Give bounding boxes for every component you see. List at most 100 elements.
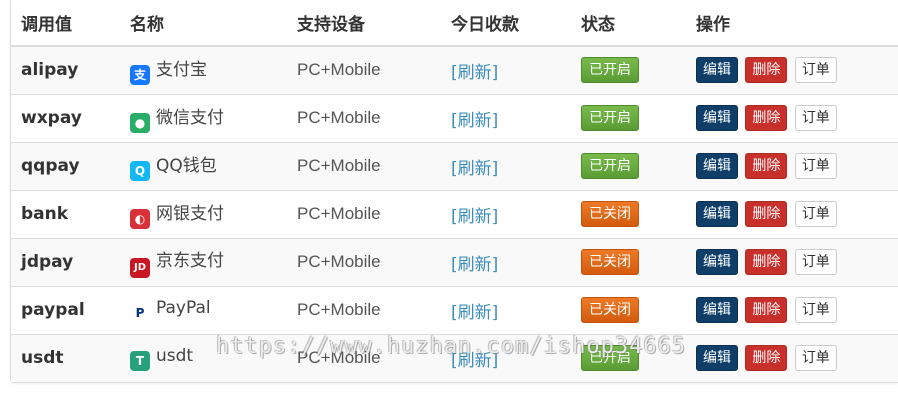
row-device: PC+Mobile <box>287 46 441 94</box>
row-name: 支支付宝 <box>120 46 287 94</box>
edit-button[interactable]: 编辑 <box>696 249 738 275</box>
refresh-link[interactable]: [刷新] <box>451 159 498 179</box>
row-actions: 编辑 删除 订单 <box>686 93 898 142</box>
code-value: bank <box>21 204 69 224</box>
delete-button[interactable]: 删除 <box>745 105 788 131</box>
jd-icon: JD <box>130 258 150 278</box>
row-name: ● 微信支付 <box>120 93 287 142</box>
row-income: [刷新] <box>441 189 571 238</box>
code-value: usdt <box>21 348 64 369</box>
row-status: 已关闭 <box>571 285 686 334</box>
status-badge[interactable]: 已开启 <box>581 153 639 179</box>
row-status: 已关闭 <box>571 189 686 238</box>
edit-button[interactable]: 编辑 <box>696 201 738 227</box>
orders-button[interactable]: 订单 <box>794 249 837 275</box>
refresh-link[interactable]: [刷新] <box>451 351 498 371</box>
col-header-code: 调用值 <box>11 0 120 47</box>
delete-button[interactable]: 删除 <box>745 153 788 179</box>
row-device: PC+Mobile <box>287 93 441 142</box>
row-name: JD 京东支付 <box>120 237 287 286</box>
delete-button[interactable]: 删除 <box>745 249 788 275</box>
code-value: paypal <box>21 300 85 320</box>
status-badge[interactable]: 已关闭 <box>581 249 639 275</box>
row-code: qqpay <box>11 141 120 190</box>
row-income: [刷新] <box>441 237 571 286</box>
delete-button[interactable]: 删除 <box>745 57 788 84</box>
device-value: PC+Mobile <box>297 300 381 319</box>
channel-name: 支付宝 <box>156 60 207 81</box>
refresh-link[interactable]: [刷新] <box>451 63 498 83</box>
channel-name: usdt <box>156 345 194 366</box>
edit-button[interactable]: 编辑 <box>696 153 738 179</box>
channel-name: 微信支付 <box>156 108 224 128</box>
row-actions: 编辑 删除 订单 <box>686 333 898 382</box>
channel-name: PayPal <box>156 297 211 318</box>
row-device: PC+Mobile <box>287 141 441 190</box>
table-row: usdt Tusdt PC+Mobile [刷新] 已开启 编辑 删除 订单 <box>11 333 898 382</box>
row-device: PC+Mobile <box>287 237 441 286</box>
status-badge[interactable]: 已开启 <box>581 345 639 372</box>
row-code: usdt <box>11 333 120 382</box>
row-name: Tusdt <box>120 333 287 382</box>
table-row: wxpay ● 微信支付 PC+Mobile [刷新] 已开启 编辑 删除 订单 <box>11 93 898 142</box>
delete-button[interactable]: 删除 <box>745 297 788 323</box>
row-code: jdpay <box>11 237 120 286</box>
refresh-link[interactable]: [刷新] <box>451 303 498 323</box>
row-name: Q QQ钱包 <box>120 141 287 190</box>
col-header-name: 名称 <box>120 0 287 47</box>
channel-name: QQ钱包 <box>156 156 217 176</box>
unionpay-icon: ◐ <box>130 209 150 229</box>
status-badge[interactable]: 已开启 <box>581 105 639 131</box>
usdt-icon: T <box>130 350 150 371</box>
channel-name: 网银支付 <box>156 204 224 224</box>
col-header-income: 今日收款 <box>441 0 571 47</box>
device-value: PC+Mobile <box>297 156 381 175</box>
row-code: alipay <box>11 46 120 94</box>
delete-button[interactable]: 删除 <box>745 201 788 227</box>
orders-button[interactable]: 订单 <box>794 153 837 179</box>
code-value: alipay <box>21 60 79 81</box>
row-status: 已开启 <box>571 93 686 142</box>
col-header-actions: 操作 <box>686 0 898 47</box>
row-actions: 编辑 删除 订单 <box>686 141 898 190</box>
row-code: bank <box>11 189 120 238</box>
status-badge[interactable]: 已开启 <box>581 57 639 84</box>
edit-button[interactable]: 编辑 <box>696 57 738 84</box>
table-row: bank ◐ 网银支付 PC+Mobile [刷新] 已关闭 编辑 删除 订单 <box>11 189 898 238</box>
payment-channels-panel: 调用值 名称 支持设备 今日收款 状态 操作 alipay 支支付宝 PC+Mo… <box>10 0 898 383</box>
device-value: PC+Mobile <box>297 108 381 127</box>
row-device: PC+Mobile <box>287 285 441 334</box>
code-value: qqpay <box>21 156 80 176</box>
row-income: [刷新] <box>441 93 571 142</box>
edit-button[interactable]: 编辑 <box>696 297 738 323</box>
table-row: paypal P PayPal PC+Mobile [刷新] 已关闭 编辑 删除 … <box>11 285 898 334</box>
code-value: wxpay <box>21 108 82 128</box>
edit-button[interactable]: 编辑 <box>696 345 738 372</box>
col-header-device: 支持设备 <box>287 0 441 47</box>
device-value: PC+Mobile <box>297 60 381 80</box>
row-code: paypal <box>11 285 120 334</box>
device-value: PC+Mobile <box>297 204 381 223</box>
orders-button[interactable]: 订单 <box>794 57 837 84</box>
delete-button[interactable]: 删除 <box>745 345 788 372</box>
orders-button[interactable]: 订单 <box>794 345 837 372</box>
row-actions: 编辑 删除 订单 <box>686 237 898 286</box>
row-actions: 编辑 删除 订单 <box>686 285 898 334</box>
table-row: alipay 支支付宝 PC+Mobile [刷新] 已开启 编辑 删除 订单 <box>11 46 898 94</box>
row-income: [刷新] <box>441 333 571 382</box>
table-row: jdpay JD 京东支付 PC+Mobile [刷新] 已关闭 编辑 删除 订单 <box>11 237 898 286</box>
orders-button[interactable]: 订单 <box>794 297 837 323</box>
device-value: PC+Mobile <box>297 348 381 368</box>
row-name: P PayPal <box>120 285 287 334</box>
refresh-link[interactable]: [刷新] <box>451 255 498 275</box>
table-header-row: 调用值 名称 支持设备 今日收款 状态 操作 <box>11 0 898 47</box>
row-status: 已关闭 <box>571 237 686 286</box>
orders-button[interactable]: 订单 <box>794 201 837 227</box>
status-badge[interactable]: 已关闭 <box>581 297 639 323</box>
status-badge[interactable]: 已关闭 <box>581 201 639 227</box>
orders-button[interactable]: 订单 <box>794 105 837 131</box>
row-device: PC+Mobile <box>287 333 441 382</box>
edit-button[interactable]: 编辑 <box>696 105 738 131</box>
refresh-link[interactable]: [刷新] <box>451 207 498 227</box>
refresh-link[interactable]: [刷新] <box>451 111 498 131</box>
